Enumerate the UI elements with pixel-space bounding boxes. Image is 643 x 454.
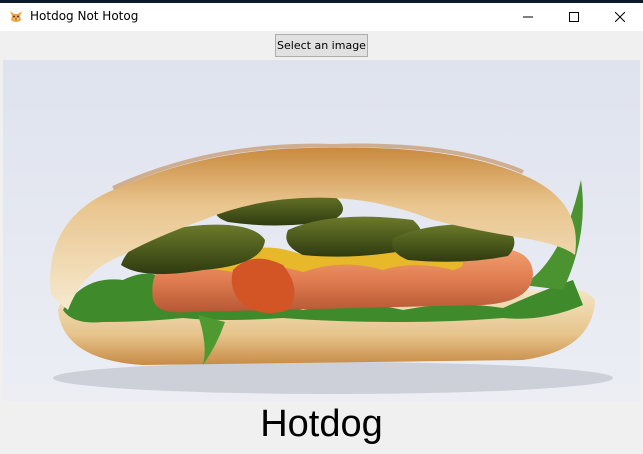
hotdog-photo — [3, 60, 640, 401]
close-button[interactable] — [597, 3, 643, 31]
close-icon — [615, 12, 625, 22]
window-title: Hotdog Not Hotog — [30, 9, 139, 23]
select-image-button[interactable]: Select an image — [275, 34, 368, 57]
window-content: Select an image Hotdog — [0, 31, 643, 454]
maximize-button[interactable] — [551, 3, 597, 31]
minimize-icon — [523, 16, 533, 18]
shiba-dog-icon — [10, 11, 22, 22]
minimize-button[interactable] — [505, 3, 551, 31]
maximize-icon — [569, 12, 579, 22]
title-bar[interactable]: Hotdog Not Hotog — [0, 3, 643, 31]
prediction-label: Hotdog — [260, 403, 383, 445]
